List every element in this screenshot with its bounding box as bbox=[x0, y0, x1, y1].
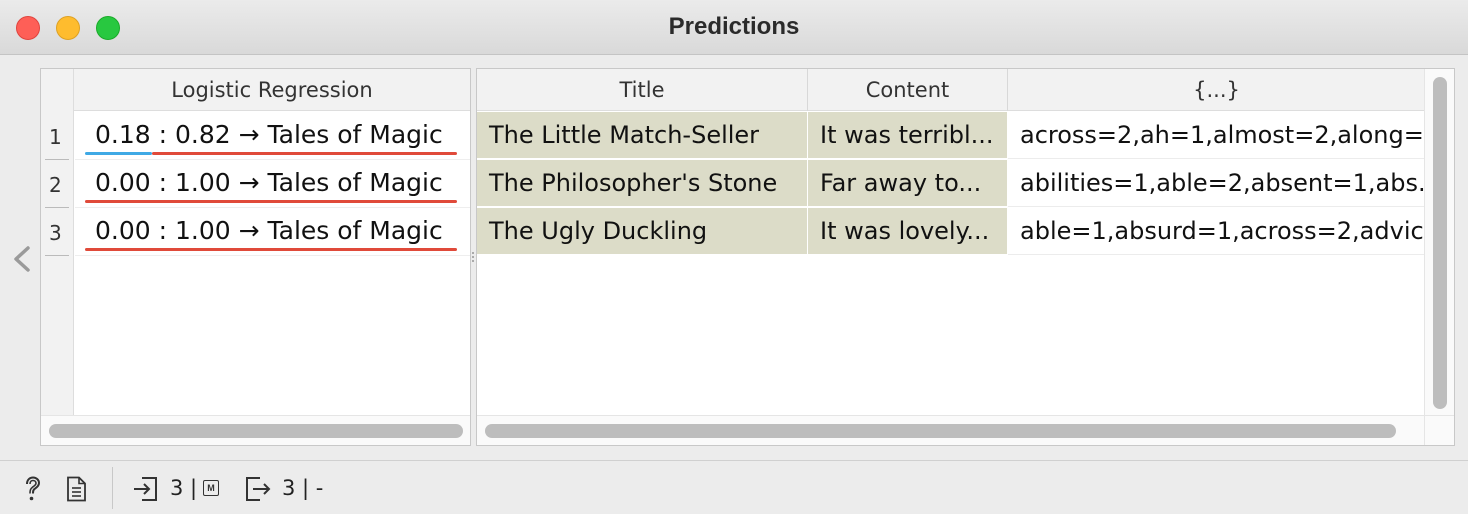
input-icon[interactable] bbox=[132, 475, 158, 503]
probability-bar-second bbox=[85, 248, 457, 251]
data-table-header: Title Content {...} bbox=[477, 69, 1425, 111]
column-header-content[interactable]: Content bbox=[808, 69, 1008, 111]
scrollbar-thumb[interactable] bbox=[1433, 77, 1447, 409]
predictions-table: 1 2 3 Logistic Regression 0.18 : 0.82 → … bbox=[40, 68, 471, 446]
collapse-panel-chevron-left-icon[interactable] bbox=[10, 244, 34, 274]
row-divider bbox=[45, 159, 69, 160]
help-icon[interactable] bbox=[20, 475, 46, 503]
input-badge: M bbox=[203, 480, 219, 496]
prediction-value: 0.00 : 1.00 → Tales of Magic bbox=[95, 168, 443, 197]
cell-title: The Philosopher's Stone bbox=[477, 160, 808, 207]
probability-bar-first bbox=[85, 152, 152, 155]
report-icon[interactable] bbox=[64, 475, 90, 503]
predictions-header: Logistic Regression bbox=[74, 69, 470, 111]
cell-content: Far away to... bbox=[808, 160, 1008, 207]
cell-content: It was terribl... bbox=[808, 112, 1008, 159]
horizontal-scrollbar[interactable] bbox=[41, 415, 470, 445]
scrollbar-thumb[interactable] bbox=[49, 424, 463, 438]
predictions-window: Predictions 1 2 3 Logistic Regression 0.… bbox=[0, 0, 1468, 514]
status-divider bbox=[112, 467, 113, 509]
column-header-title[interactable]: Title bbox=[477, 69, 808, 111]
row-number: 1 bbox=[49, 125, 62, 149]
prediction-value: 0.00 : 1.00 → Tales of Magic bbox=[95, 216, 443, 245]
title-bar: Predictions bbox=[0, 0, 1468, 55]
row-number: 2 bbox=[49, 173, 62, 197]
column-header-logistic-regression[interactable]: Logistic Regression bbox=[74, 69, 470, 111]
column-header-features[interactable]: {...} bbox=[1008, 69, 1425, 111]
output-summary: 3 | - bbox=[282, 476, 324, 500]
status-bar: 3 | M 3 | - bbox=[0, 460, 1468, 514]
input-summary: 3 | bbox=[170, 476, 198, 500]
cell-content: It was lovely... bbox=[808, 208, 1008, 255]
cell-features: able=1,absurd=1,across=2,advic... bbox=[1008, 208, 1425, 255]
output-icon[interactable] bbox=[244, 475, 271, 503]
probability-bar-second bbox=[85, 200, 457, 203]
data-table: Title Content {...} The Little Match-Sel… bbox=[476, 68, 1455, 446]
table-row[interactable]: The Little Match-Seller It was terribl..… bbox=[477, 112, 1425, 160]
scrollbar-thumb[interactable] bbox=[485, 424, 1396, 438]
vertical-scrollbar[interactable] bbox=[1424, 69, 1454, 416]
table-row[interactable]: The Ugly Duckling It was lovely... able=… bbox=[477, 208, 1425, 256]
cell-features: abilities=1,able=2,absent=1,abs... bbox=[1008, 160, 1425, 207]
cell-features: across=2,ah=1,almost=2,along=... bbox=[1008, 112, 1425, 159]
prediction-row[interactable]: 0.00 : 1.00 → Tales of Magic bbox=[75, 208, 470, 256]
prediction-row[interactable]: 0.00 : 1.00 → Tales of Magic bbox=[75, 160, 470, 208]
prediction-row[interactable]: 0.18 : 0.82 → Tales of Magic bbox=[75, 112, 470, 160]
cell-title: The Ugly Duckling bbox=[477, 208, 808, 255]
window-title: Predictions bbox=[668, 13, 800, 40]
table-row[interactable]: The Philosopher's Stone Far away to... a… bbox=[477, 160, 1425, 208]
row-divider bbox=[45, 207, 69, 208]
row-header-column: 1 2 3 bbox=[41, 69, 74, 415]
prediction-value: 0.18 : 0.82 → Tales of Magic bbox=[95, 120, 443, 149]
row-number: 3 bbox=[49, 221, 62, 245]
horizontal-scrollbar[interactable] bbox=[477, 415, 1424, 445]
scrollbar-corner bbox=[1424, 415, 1454, 445]
probability-bar-second bbox=[152, 152, 457, 155]
cell-title: The Little Match-Seller bbox=[477, 112, 808, 159]
splitter-handle[interactable] bbox=[471, 250, 475, 264]
row-divider bbox=[45, 255, 69, 256]
